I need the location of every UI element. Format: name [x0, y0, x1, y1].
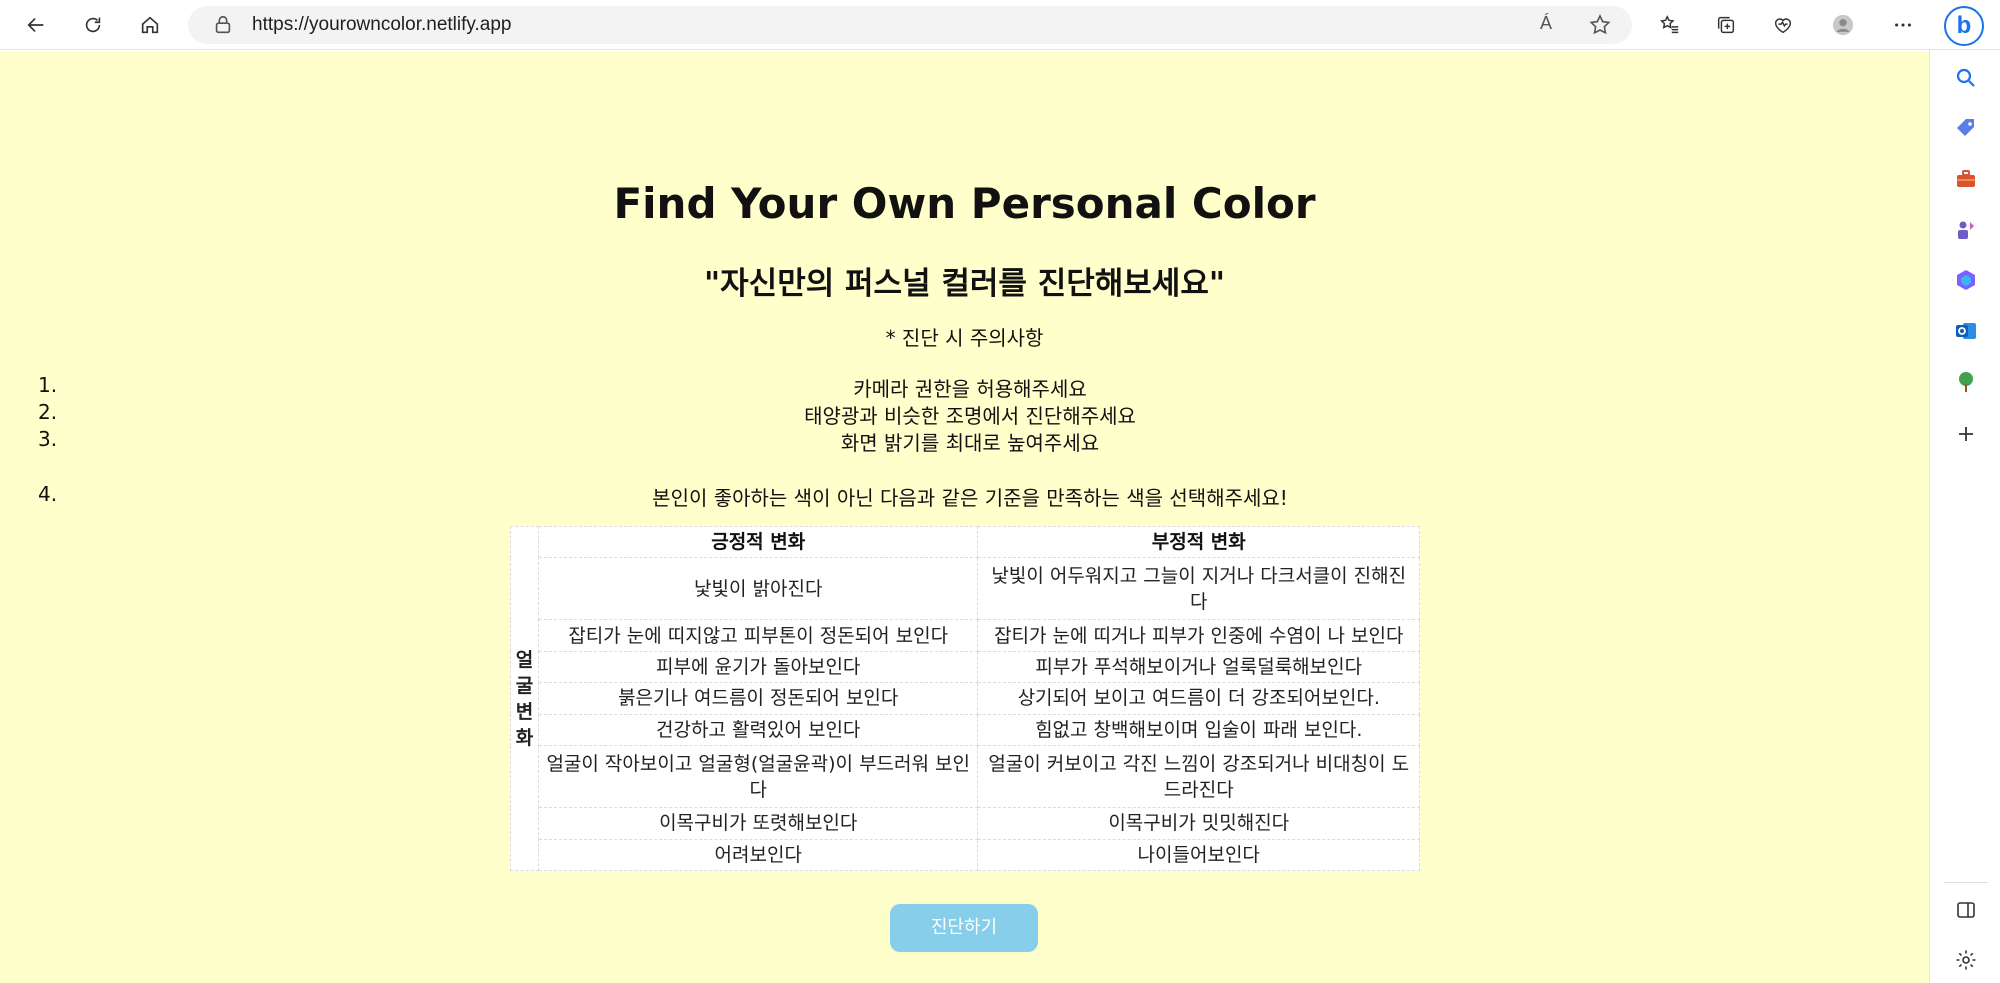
page-subtitle: "자신만의 퍼스널 컬러를 진단해보세요": [704, 266, 1225, 302]
tree-icon[interactable]: [1952, 368, 1980, 396]
positive-cell: 낯빛이 밝아진다: [537, 557, 979, 621]
positive-cell: 붉은기나 여드름이 정돈되어 보인다: [537, 682, 979, 715]
diagnose-button[interactable]: 진단하기: [890, 904, 1038, 952]
table-row: 잡티가 눈에 띠지않고 피부톤이 정돈되어 보인다 잡티가 눈에 띠거나 피부가…: [511, 619, 1420, 652]
settings-gear-icon[interactable]: [1952, 946, 1980, 974]
games-icon[interactable]: [1952, 216, 1980, 244]
negative-cell: 얼굴이 커보이고 각진 느낌이 강조되거나 비대칭이 도드라진다: [977, 745, 1420, 809]
outlook-icon[interactable]: [1952, 317, 1980, 345]
collections-icon[interactable]: [1708, 7, 1744, 43]
table-row: 낯빛이 밝아진다 낯빛이 어두워지고 그늘이 지거나 다크서클이 진해진다: [511, 557, 1420, 621]
split-screen-icon[interactable]: [1952, 896, 1980, 924]
table-row: 얼굴이 작아보이고 얼굴형(얼굴윤곽)이 부드러워 보인다 얼굴이 커보이고 각…: [511, 745, 1420, 809]
positive-cell: 얼굴이 작아보이고 얼굴형(얼굴윤곽)이 부드러워 보인다: [537, 745, 979, 809]
header-positive: 긍정적 변화: [537, 525, 979, 559]
page-title: Find Your Own Personal Color: [613, 179, 1316, 228]
table-row: 붉은기나 여드름이 정돈되어 보인다 상기되어 보이고 여드름이 더 강조되어보…: [511, 682, 1420, 715]
read-aloud-icon[interactable]: Á: [1540, 13, 1564, 37]
criteria-table-image: 얼 굴 변 화 긍정적 변화 부정적 변화 낯빛이 밝아진다 낯빛이 어두워지고…: [510, 525, 1420, 871]
negative-cell: 피부가 푸석해보이거나 얼룩덜룩해보인다: [977, 650, 1420, 684]
home-icon[interactable]: [132, 7, 168, 43]
office-icon[interactable]: [1952, 266, 1980, 294]
negative-cell: 상기되어 보이고 여드름이 더 강조되어보인다.: [977, 682, 1420, 715]
address-bar[interactable]: https://yourowncolor.netlify.app Á: [188, 6, 1632, 44]
negative-cell: 이목구비가 밋밋해진다: [977, 807, 1420, 840]
lock-icon[interactable]: [212, 14, 234, 36]
profile-avatar-icon[interactable]: [1825, 7, 1861, 43]
list-text: 카메라 권한을 허용해주세요: [853, 377, 1087, 401]
positive-cell: 잡티가 눈에 띠지않고 피부톤이 정돈되어 보인다: [537, 619, 979, 652]
header-negative: 부정적 변화: [977, 525, 1420, 559]
page-content: Find Your Own Personal Color "자신만의 퍼스널 컬…: [0, 51, 1929, 983]
add-icon[interactable]: [1952, 420, 1980, 448]
positive-cell: 건강하고 활력있어 보인다: [537, 713, 979, 747]
search-icon[interactable]: [1952, 64, 1980, 92]
list-text: 본인이 좋아하는 색이 아닌 다음과 같은 기준을 만족하는 색을 선택해주세요…: [652, 486, 1288, 510]
face-change-label: 얼 굴 변 화: [510, 526, 539, 871]
tools-briefcase-icon[interactable]: [1952, 165, 1980, 193]
table-row: 건강하고 활력있어 보인다 힘없고 창백해보이며 입술이 파래 보인다.: [511, 713, 1420, 747]
negative-cell: 나이들어보인다: [977, 838, 1420, 871]
criteria-table: 얼 굴 변 화 긍정적 변화 부정적 변화 낯빛이 밝아진다 낯빛이 어두워지고…: [510, 525, 1420, 871]
list-text: 태양광과 비슷한 조명에서 진단해주세요: [804, 404, 1136, 428]
shopping-tag-icon[interactable]: [1952, 114, 1980, 142]
negative-cell: 낯빛이 어두워지고 그늘이 지거나 다크서클이 진해진다: [977, 557, 1420, 621]
table-row: 피부에 윤기가 돌아보인다 피부가 푸석해보이거나 얼룩덜룩해보인다: [511, 650, 1420, 684]
back-arrow-icon[interactable]: [18, 7, 54, 43]
refresh-icon[interactable]: [75, 7, 111, 43]
favorites-list-icon[interactable]: [1652, 7, 1688, 43]
table-header-row: 얼 굴 변 화 긍정적 변화 부정적 변화: [510, 525, 1420, 871]
negative-cell: 잡티가 눈에 띠거나 피부가 인중에 수염이 나 보인다: [977, 619, 1420, 652]
table-row: 이목구비가 또렷해보인다 이목구비가 밋밋해진다: [511, 807, 1420, 840]
list-text: 화면 밝기를 최대로 높여주세요: [840, 431, 1100, 455]
positive-cell: 어려보인다: [537, 838, 979, 871]
positive-cell: 이목구비가 또렷해보인다: [537, 807, 979, 840]
bing-copilot-icon[interactable]: b: [1944, 6, 1984, 46]
browser-essentials-icon[interactable]: [1765, 7, 1801, 43]
browser-toolbar: https://yourowncolor.netlify.app Á b: [0, 0, 2000, 50]
more-menu-icon[interactable]: [1885, 7, 1921, 43]
negative-cell: 힘없고 창백해보이며 입술이 파래 보인다.: [977, 713, 1420, 747]
notice-heading: * 진단 시 주의사항: [885, 326, 1044, 350]
positive-cell: 피부에 윤기가 돌아보인다: [537, 650, 979, 684]
table-row: 어려보인다 나이들어보인다: [511, 838, 1420, 871]
url-text[interactable]: https://yourowncolor.netlify.app: [252, 6, 511, 44]
sidebar-divider: [1944, 882, 1988, 883]
favorite-star-icon[interactable]: [1588, 13, 1612, 37]
edge-sidebar: [1929, 50, 2000, 983]
